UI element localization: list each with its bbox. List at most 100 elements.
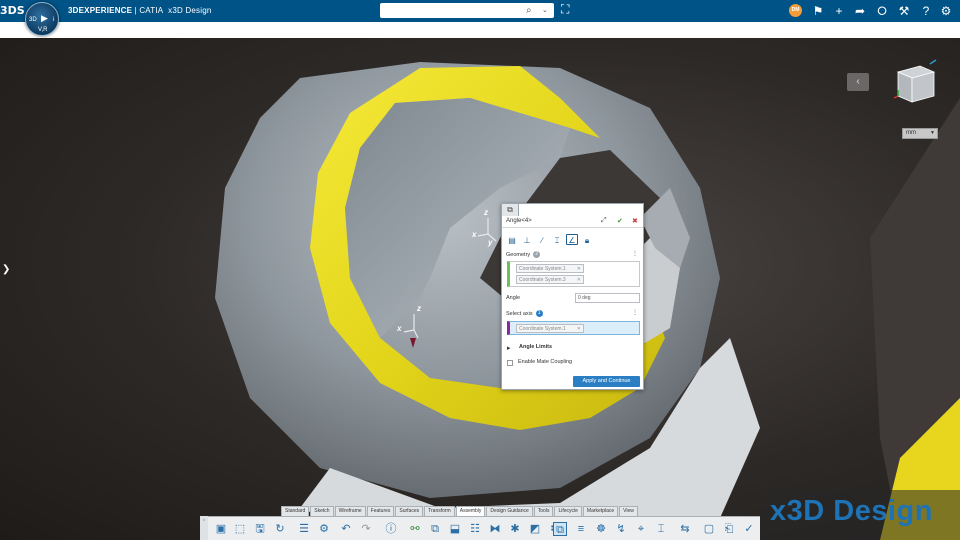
measure-icon[interactable]: ⌶ xyxy=(654,522,668,536)
help-icon[interactable]: ? xyxy=(918,0,934,22)
lock-icon[interactable]: 🔒︎ xyxy=(581,235,593,246)
constraint-type-toolbar: ▤ ⊥ ∕ ⌶ ∠ 🔒︎ xyxy=(506,234,596,246)
tab-standard[interactable]: Standard xyxy=(281,506,310,516)
pattern-icon[interactable]: ☷ xyxy=(468,522,482,536)
axis-list[interactable]: Coordinate System.1 ✕ xyxy=(507,321,640,335)
geometry-list[interactable]: Coordinate System.1 ✕ Coordinate System.3… xyxy=(507,261,640,287)
search-input[interactable] xyxy=(383,4,523,17)
mate-coupling-label: Enable Mate Coupling xyxy=(518,359,573,365)
tab-surfaces[interactable]: Surfaces xyxy=(395,506,424,516)
save-icon[interactable]: 🖫︎ xyxy=(253,522,267,536)
angle-icon[interactable]: ∠ xyxy=(566,234,578,245)
collapse-panel-button[interactable]: ‹ xyxy=(847,73,869,91)
ok-icon[interactable]: ✔ xyxy=(617,217,623,225)
perpendicular-icon[interactable]: ⊥ xyxy=(521,235,533,246)
panel-title: Angle<4> xyxy=(506,218,532,224)
action-bar-tabs: Standard Sketch Wireframe Features Surfa… xyxy=(281,506,639,516)
search-box[interactable]: ⌕ ⌄ xyxy=(380,3,554,18)
product-watermark: x3D Design xyxy=(760,490,960,540)
more-options-icon[interactable]: ⋮ xyxy=(632,250,638,257)
mate-icon[interactable]: ⧉ xyxy=(553,522,567,536)
tab-wireframe[interactable]: Wireframe xyxy=(334,506,366,516)
axis-x-label: x xyxy=(397,324,402,333)
remove-icon[interactable]: ✕ xyxy=(577,276,581,284)
expand-chevron-icon[interactable]: ▸ xyxy=(507,344,511,352)
align-icon[interactable]: ≡ xyxy=(574,522,588,536)
angle-limits-section[interactable]: Angle Limits xyxy=(519,344,552,350)
select-axis-label: Select axis 1 xyxy=(506,310,543,317)
action-bar-toolbar: ▣ ⬚ 🖫︎ ↻ ☰ ⚙ ↶ ↷ ⓘ ⚯ ⧉ ⬓ ☷ ⧓ ✱ ◩ ❇ ⧉ ≡ ☸… xyxy=(208,516,760,540)
fix-together-icon[interactable]: ⧉ xyxy=(428,522,442,536)
snap-icon[interactable]: ⌖ xyxy=(634,522,648,536)
tab-transform[interactable]: Transform xyxy=(424,506,455,516)
clip-icon[interactable]: ⧉ xyxy=(501,203,519,216)
gear-icon[interactable]: ☸ xyxy=(594,522,608,536)
angle-field[interactable]: 0 deg xyxy=(575,293,640,303)
new-part-icon[interactable]: ▣ xyxy=(214,522,228,536)
toolbar-handle[interactable]: ⌃ xyxy=(200,516,208,540)
play-icon: ▶ xyxy=(41,13,48,23)
mate-coupling-checkbox[interactable] xyxy=(507,360,513,366)
axis-x-label: x xyxy=(472,230,477,239)
tab-tools[interactable]: Tools xyxy=(533,506,554,516)
axis-chip[interactable]: Coordinate System.1 ✕ xyxy=(516,324,584,333)
geometry-chip[interactable]: Coordinate System.3 ✕ xyxy=(516,275,584,284)
parallel-icon[interactable]: ∕ xyxy=(536,235,548,246)
geometry-chip[interactable]: Coordinate System.1 ✕ xyxy=(516,264,584,273)
search-icon[interactable]: ⌕ xyxy=(526,3,532,18)
tab-marketplace[interactable]: Marketplace xyxy=(582,506,619,516)
fix-icon[interactable]: ▤ xyxy=(506,235,518,246)
3d-model[interactable] xyxy=(0,38,960,540)
share-arrow-icon[interactable]: ➦ xyxy=(852,0,868,22)
tab-sketch[interactable]: Sketch xyxy=(310,506,334,516)
tab-lifecycle[interactable]: Lifecycle xyxy=(554,506,582,516)
app-title: 3DEXPERIENCE | CATIA x3D Design xyxy=(68,6,212,15)
chevron-right-icon[interactable]: ❯ xyxy=(2,264,10,275)
action-bar-strip xyxy=(0,22,960,38)
instantiate-icon[interactable]: ▢ xyxy=(702,522,716,536)
engineering-connection-icon[interactable]: ⚯ xyxy=(408,522,422,536)
account-icon[interactable]: ⚙ xyxy=(938,0,954,22)
cancel-icon[interactable]: ✖ xyxy=(632,217,638,225)
refresh-icon[interactable]: ↻ xyxy=(273,522,287,536)
publish-icon[interactable]: ⎗ xyxy=(722,522,736,536)
navigation-cube[interactable] xyxy=(890,58,938,106)
remove-icon[interactable]: ✕ xyxy=(577,265,581,273)
tab-features[interactable]: Features xyxy=(366,506,395,516)
tools-icon[interactable]: ⚒ xyxy=(896,0,912,22)
redo-icon[interactable]: ↷ xyxy=(359,522,373,536)
help-icon[interactable]: ⓘ xyxy=(384,522,398,536)
avatar[interactable]: DM xyxy=(789,4,802,17)
replace-icon[interactable]: ⇆ xyxy=(678,522,692,536)
pin-icon[interactable]: ⤢ xyxy=(601,217,607,225)
assembly-icon[interactable]: ⬓ xyxy=(448,522,462,536)
check-icon[interactable]: ✓ xyxy=(742,522,756,536)
settings-icon[interactable]: ⚙ xyxy=(317,522,331,536)
dropdown-arrow-icon: ▼ xyxy=(930,130,935,136)
bookmark-icon[interactable]: ⚑ xyxy=(810,0,826,22)
tab-design-guidance[interactable]: Design Guidance xyxy=(486,506,533,516)
geometry-label: Geometry 2 xyxy=(506,251,541,258)
chevron-down-icon[interactable]: ⌄ xyxy=(542,3,548,18)
motion-icon[interactable]: ↯ xyxy=(614,522,628,536)
tab-view[interactable]: View xyxy=(619,506,638,516)
explode-icon[interactable]: ✱ xyxy=(508,522,522,536)
share-network-icon[interactable]: ⭘ xyxy=(874,0,890,22)
insert-icon[interactable]: ⬚ xyxy=(233,522,247,536)
section-icon[interactable]: ◩ xyxy=(528,522,542,536)
tag-icon[interactable]: ⛶ xyxy=(561,2,569,17)
3d-viewport[interactable]: x y z x z ❯ ‹ mm ▼ xyxy=(0,38,960,540)
angle-constraint-panel: Angle<4> ⤢ ✔ ✖ ▤ ⊥ ∕ ⌶ ∠ 🔒︎ Geometry 2 ⋮ Coord… xyxy=(501,203,644,390)
remove-icon[interactable]: ✕ xyxy=(577,325,581,333)
distance-icon[interactable]: ⌶ xyxy=(551,235,563,246)
plus-icon[interactable]: + xyxy=(831,0,847,22)
apply-and-continue-button[interactable]: Apply and Continue xyxy=(573,376,640,387)
more-options-icon[interactable]: ⋮ xyxy=(632,309,638,316)
properties-icon[interactable]: ☰ xyxy=(297,522,311,536)
compass-widget[interactable]: 3D ▶ i V,R xyxy=(25,2,59,36)
units-dropdown[interactable]: mm ▼ xyxy=(902,128,938,139)
ds-logo[interactable]: 3DS xyxy=(0,0,25,22)
tab-assembly[interactable]: Assembly xyxy=(455,506,486,516)
mirror-icon[interactable]: ⧓ xyxy=(488,522,502,536)
undo-icon[interactable]: ↶ xyxy=(339,522,353,536)
